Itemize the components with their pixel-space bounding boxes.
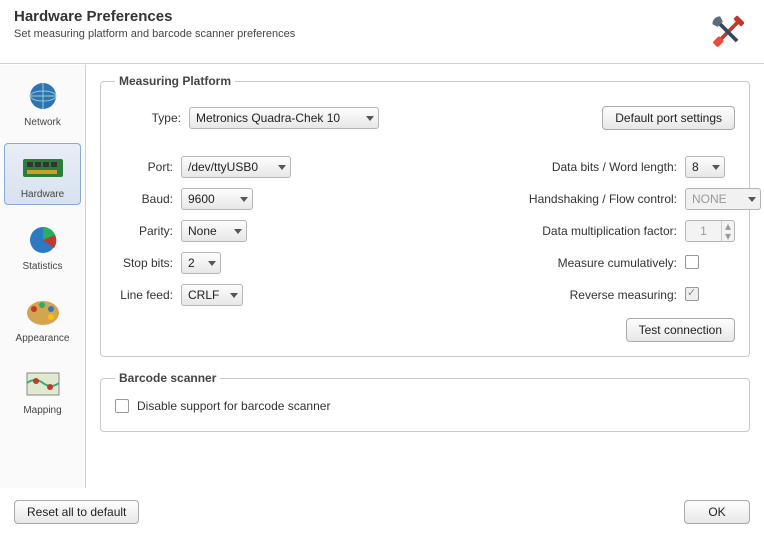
chevron-down-icon	[366, 116, 374, 121]
map-icon	[21, 366, 65, 402]
footer: Reset all to default OK	[0, 488, 764, 534]
pie-chart-icon	[21, 222, 65, 258]
cumulative-label: Measure cumulatively:	[301, 256, 677, 270]
circuit-board-icon	[21, 150, 65, 186]
baud-select[interactable]: 9600	[181, 188, 253, 210]
chevron-down-icon	[230, 293, 238, 298]
content-pane: Measuring Platform Type: Metronics Quadr…	[86, 64, 764, 488]
chevron-down-icon	[240, 197, 248, 202]
handshake-label: Handshaking / Flow control:	[301, 192, 677, 206]
chevron-down-icon	[208, 261, 216, 266]
test-connection-button[interactable]: Test connection	[626, 318, 735, 342]
reset-all-button[interactable]: Reset all to default	[14, 500, 139, 524]
chevron-down-icon	[278, 165, 286, 170]
handshake-select: NONE	[685, 188, 761, 210]
sidebar-item-appearance[interactable]: Appearance	[4, 287, 81, 349]
barcode-scanner-group: Barcode scanner Disable support for barc…	[100, 371, 750, 432]
page-header: Hardware Preferences Set measuring platf…	[0, 0, 764, 64]
linefeed-select[interactable]: CRLF	[181, 284, 243, 306]
page-title: Hardware Preferences	[14, 8, 750, 25]
mult-spinner: 1 ▴▾	[685, 220, 735, 242]
sidebar-item-label: Appearance	[16, 333, 70, 344]
disable-barcode-checkbox[interactable]	[115, 399, 129, 413]
stopbits-label: Stop bits:	[115, 256, 173, 270]
port-select[interactable]: /dev/ttyUSB0	[181, 156, 291, 178]
sidebar-item-mapping[interactable]: Mapping	[4, 359, 81, 421]
chevron-down-icon	[712, 165, 720, 170]
parity-label: Parity:	[115, 224, 173, 238]
cumulative-checkbox[interactable]	[685, 255, 699, 269]
databits-label: Data bits / Word length:	[301, 160, 677, 174]
page-subtitle: Set measuring platform and barcode scann…	[14, 28, 750, 40]
type-value: Metronics Quadra-Chek 10	[196, 111, 340, 125]
measuring-platform-group: Measuring Platform Type: Metronics Quadr…	[100, 74, 750, 357]
globe-icon	[21, 78, 65, 114]
ok-button[interactable]: OK	[684, 500, 750, 524]
sidebar-item-statistics[interactable]: Statistics	[4, 215, 81, 277]
sidebar-item-hardware[interactable]: Hardware	[4, 143, 81, 205]
tools-icon	[706, 10, 750, 54]
sidebar-item-label: Network	[24, 117, 61, 128]
sidebar-item-label: Hardware	[21, 189, 64, 200]
port-label: Port:	[115, 160, 173, 174]
sidebar-item-label: Mapping	[23, 405, 61, 416]
chevron-down-icon	[234, 229, 242, 234]
measuring-platform-legend: Measuring Platform	[115, 74, 235, 88]
disable-barcode-label: Disable support for barcode scanner	[137, 399, 330, 413]
reverse-checkbox	[685, 287, 699, 301]
sidebar-item-label: Statistics	[22, 261, 62, 272]
baud-label: Baud:	[115, 192, 173, 206]
sidebar-item-network[interactable]: Network	[4, 71, 81, 133]
barcode-legend: Barcode scanner	[115, 371, 220, 385]
reverse-label: Reverse measuring:	[301, 288, 677, 302]
sidebar: Network Hardware Statistics Appearance M…	[0, 64, 86, 488]
stopbits-select[interactable]: 2	[181, 252, 221, 274]
type-label: Type:	[115, 111, 181, 125]
linefeed-label: Line feed:	[115, 288, 173, 302]
parity-select[interactable]: None	[181, 220, 247, 242]
palette-icon	[21, 294, 65, 330]
databits-select[interactable]: 8	[685, 156, 725, 178]
chevron-down-icon	[748, 197, 756, 202]
default-port-settings-button[interactable]: Default port settings	[602, 106, 735, 130]
mult-label: Data multiplication factor:	[301, 224, 677, 238]
type-select[interactable]: Metronics Quadra-Chek 10	[189, 107, 379, 129]
